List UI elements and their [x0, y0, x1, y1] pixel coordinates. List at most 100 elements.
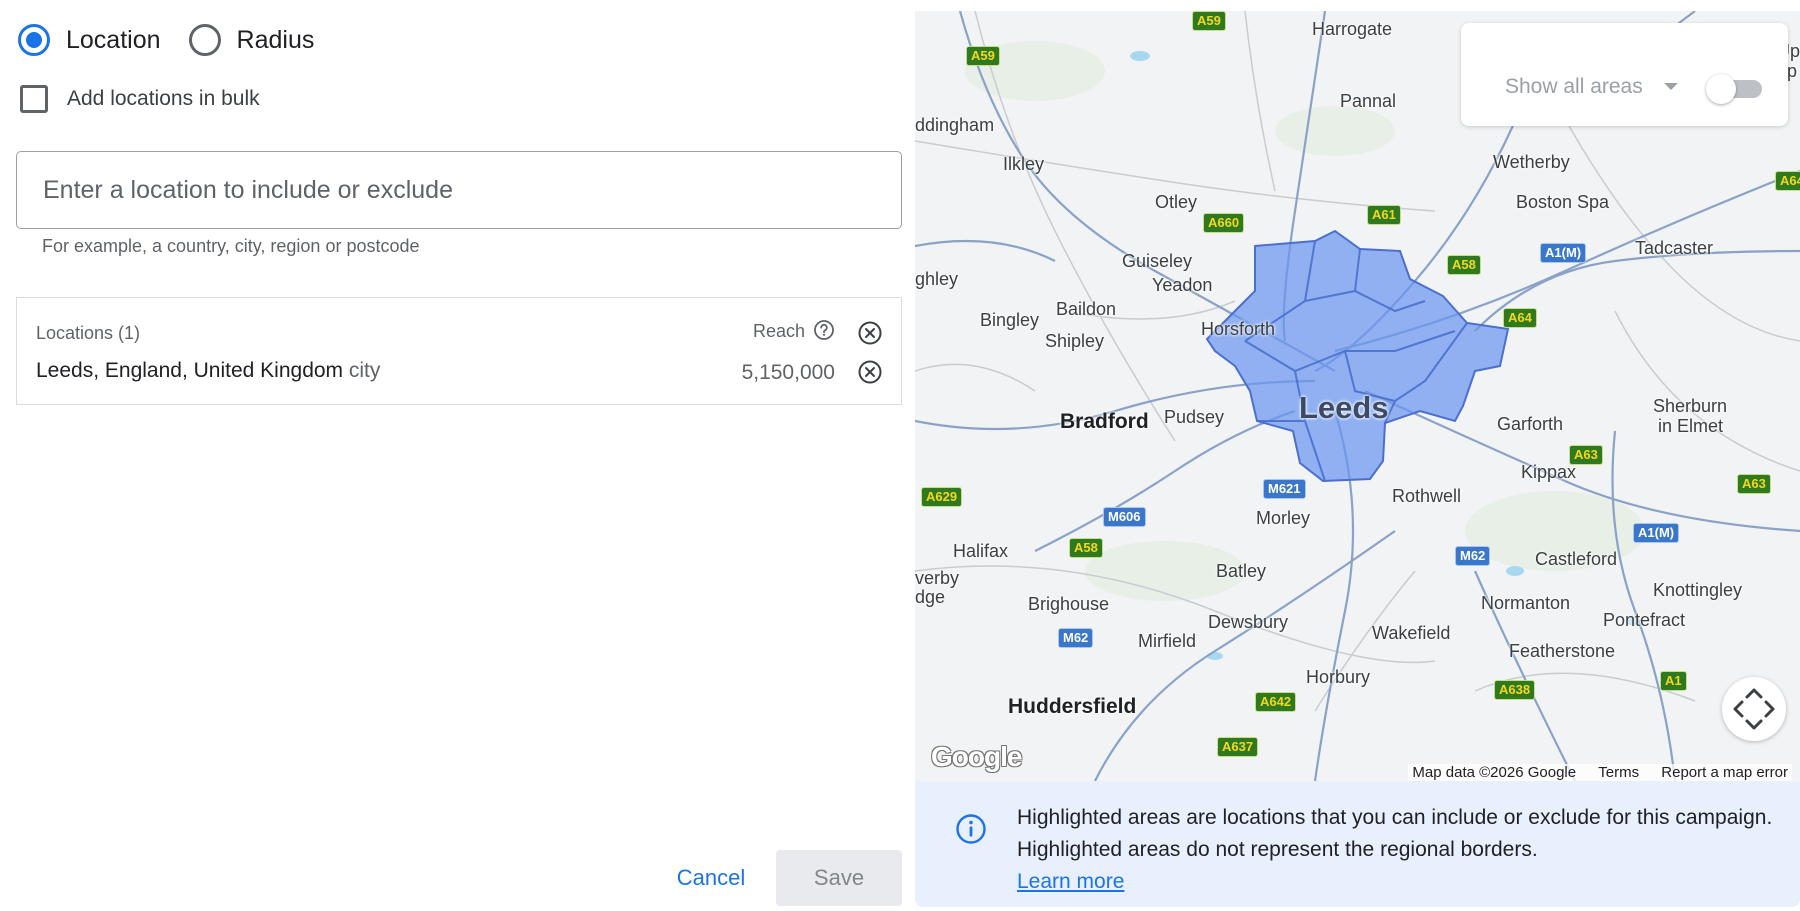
toggle-knob [1706, 74, 1736, 104]
location-radio-label[interactable]: Location [66, 26, 161, 55]
road-shield-a58-w: A58 [1069, 538, 1103, 558]
location-reach-value: 5,150,000 [741, 361, 835, 384]
info-banner: Highlighted areas are locations that you… [915, 781, 1800, 907]
road-shield-a63-east: A63 [1737, 474, 1771, 494]
map-place-horsforth: Horsforth [1201, 319, 1276, 339]
remove-location-icon[interactable] [857, 359, 883, 390]
locations-table: Locations (1) Reach Leeds, England, Unit… [16, 297, 902, 405]
location-name-text: Leeds, England, United Kingdom [36, 359, 344, 382]
location-search-helper: For example, a country, city, region or … [42, 236, 420, 256]
map-place-morley: Morley [1256, 508, 1311, 528]
map-place-shipley: Shipley [1045, 331, 1105, 351]
map-place-pontefract: Pontefract [1603, 610, 1686, 630]
road-shield-m621: M621 [1263, 479, 1306, 499]
map-place-dewsbury: Dewsbury [1208, 612, 1289, 632]
info-banner-text: Highlighted areas are locations that you… [1017, 802, 1777, 898]
road-shield-m62-east: M62 [1455, 546, 1491, 566]
road-shield-a660: A660 [1203, 213, 1245, 233]
map-place-mirfield: Mirfield [1138, 631, 1197, 651]
map-place-pannal: Pannal [1340, 91, 1397, 111]
road-shield-a64-edge: A64 [1775, 171, 1800, 191]
recenter-map-button[interactable] [1722, 677, 1786, 741]
chevron-down-icon[interactable] [1664, 83, 1678, 90]
location-search-input[interactable] [16, 151, 902, 229]
map-place-huddersfield: Huddersfield [1008, 695, 1137, 718]
recenter-arrows-icon [1733, 688, 1775, 730]
road-shield-a59-top: A59 [1192, 11, 1226, 31]
map-place-harrogate: Harrogate [1312, 19, 1393, 39]
show-all-areas-card: Show all areas [1461, 23, 1788, 126]
map-place-ghley: ghley [915, 269, 959, 289]
map-place-brighouse: Brighouse [1028, 594, 1110, 614]
map-place-castleford: Castleford [1535, 549, 1618, 569]
road-shield-m62-west: M62 [1058, 628, 1094, 648]
location-type-text: city [348, 359, 381, 382]
reach-header: Reach [752, 321, 805, 341]
road-shield-a642: A642 [1255, 692, 1297, 712]
cancel-button[interactable]: Cancel [658, 852, 764, 904]
map-place-pudsey: Pudsey [1164, 407, 1225, 427]
map-place-bingley: Bingley [980, 310, 1040, 330]
map-place-halifax: Halifax [953, 541, 1009, 561]
map-place-verby: verby [915, 568, 960, 588]
road-shield-a64: A64 [1503, 308, 1537, 328]
location-row-name: Leeds, England, United Kingdom city [36, 359, 380, 383]
map-view[interactable]: Harrogate Pannal ddingham Ilkley Otley W… [915, 11, 1800, 781]
locations-header: Locations (1) [36, 323, 141, 343]
location-radio[interactable] [18, 24, 50, 56]
road-shield-a637: A637 [1217, 737, 1259, 757]
map-place-normanton: Normanton [1481, 593, 1571, 613]
map-place-garforth: Garforth [1497, 414, 1564, 434]
map-place-knottingley: Knottingley [1653, 580, 1743, 600]
map-place-batley: Batley [1216, 561, 1267, 581]
map-place-tadcaster: Tadcaster [1635, 238, 1714, 258]
map-place-baildon: Baildon [1056, 299, 1117, 319]
bulk-add-label[interactable]: Add locations in bulk [67, 87, 260, 111]
map-place-yeadon: Yeadon [1152, 275, 1213, 295]
road-shield-a1m: A1(M) [1633, 523, 1680, 543]
map-place-featherstone: Featherstone [1509, 641, 1616, 661]
map-place-horbury: Horbury [1306, 667, 1371, 687]
google-logo: Google [931, 741, 1022, 772]
road-shield-a58-ne: A58 [1447, 255, 1481, 275]
map-place-wakefield: Wakefield [1372, 623, 1451, 643]
road-shield-m606: M606 [1103, 507, 1146, 527]
bulk-add-checkbox[interactable] [20, 85, 48, 113]
road-shield-a1m-top: A1(M) [1540, 243, 1587, 263]
map-place-sherburn: Sherburn [1653, 396, 1728, 416]
map-place-boston-spa: Boston Spa [1516, 192, 1610, 212]
save-button[interactable]: Save [776, 850, 902, 906]
map-place-dge: dge [915, 587, 946, 607]
radius-radio[interactable] [188, 24, 221, 56]
road-shield-a1: A1 [1660, 671, 1687, 691]
info-icon [955, 813, 987, 850]
info-banner-message: Highlighted areas are locations that you… [1017, 806, 1773, 861]
map-place-leeds: Leeds [1299, 390, 1389, 425]
map-place-otley: Otley [1155, 192, 1198, 212]
target-type-radio-group: Location Radius [18, 24, 342, 56]
map-place-ilkley: Ilkley [1003, 154, 1045, 174]
help-icon[interactable] [813, 319, 835, 346]
road-shield-a638: A638 [1494, 680, 1536, 700]
learn-more-link[interactable]: Learn more [1017, 870, 1124, 893]
road-shield-a61: A61 [1367, 205, 1401, 225]
road-shield-a59: A59 [966, 46, 1000, 66]
map-place-addingham: ddingham [915, 115, 995, 135]
map-terms-link[interactable]: Terms [1598, 764, 1639, 781]
road-shield-a629: A629 [921, 487, 963, 507]
remove-all-locations-icon[interactable] [857, 320, 883, 351]
radius-radio-label[interactable]: Radius [237, 26, 315, 55]
map-place-in-elmet: in Elmet [1658, 416, 1724, 436]
map-attribution: Map data ©2026 Google Terms Report a map… [1408, 764, 1792, 781]
report-map-error-link[interactable]: Report a map error [1661, 764, 1788, 781]
map-place-kippax: Kippax [1521, 462, 1577, 482]
map-data-text: Map data ©2026 Google [1412, 764, 1577, 781]
road-shield-a63: A63 [1569, 445, 1603, 465]
map-place-bradford: Bradford [1060, 410, 1149, 433]
map-place-guiseley: Guiseley [1122, 251, 1193, 271]
map-place-rothwell: Rothwell [1392, 486, 1462, 506]
show-all-areas-toggle[interactable] [1706, 74, 1764, 104]
show-all-areas-dropdown[interactable]: Show all areas [1505, 75, 1643, 99]
bulk-add-row: Add locations in bulk [20, 85, 260, 113]
map-place-wetherby: Wetherby [1493, 152, 1570, 172]
